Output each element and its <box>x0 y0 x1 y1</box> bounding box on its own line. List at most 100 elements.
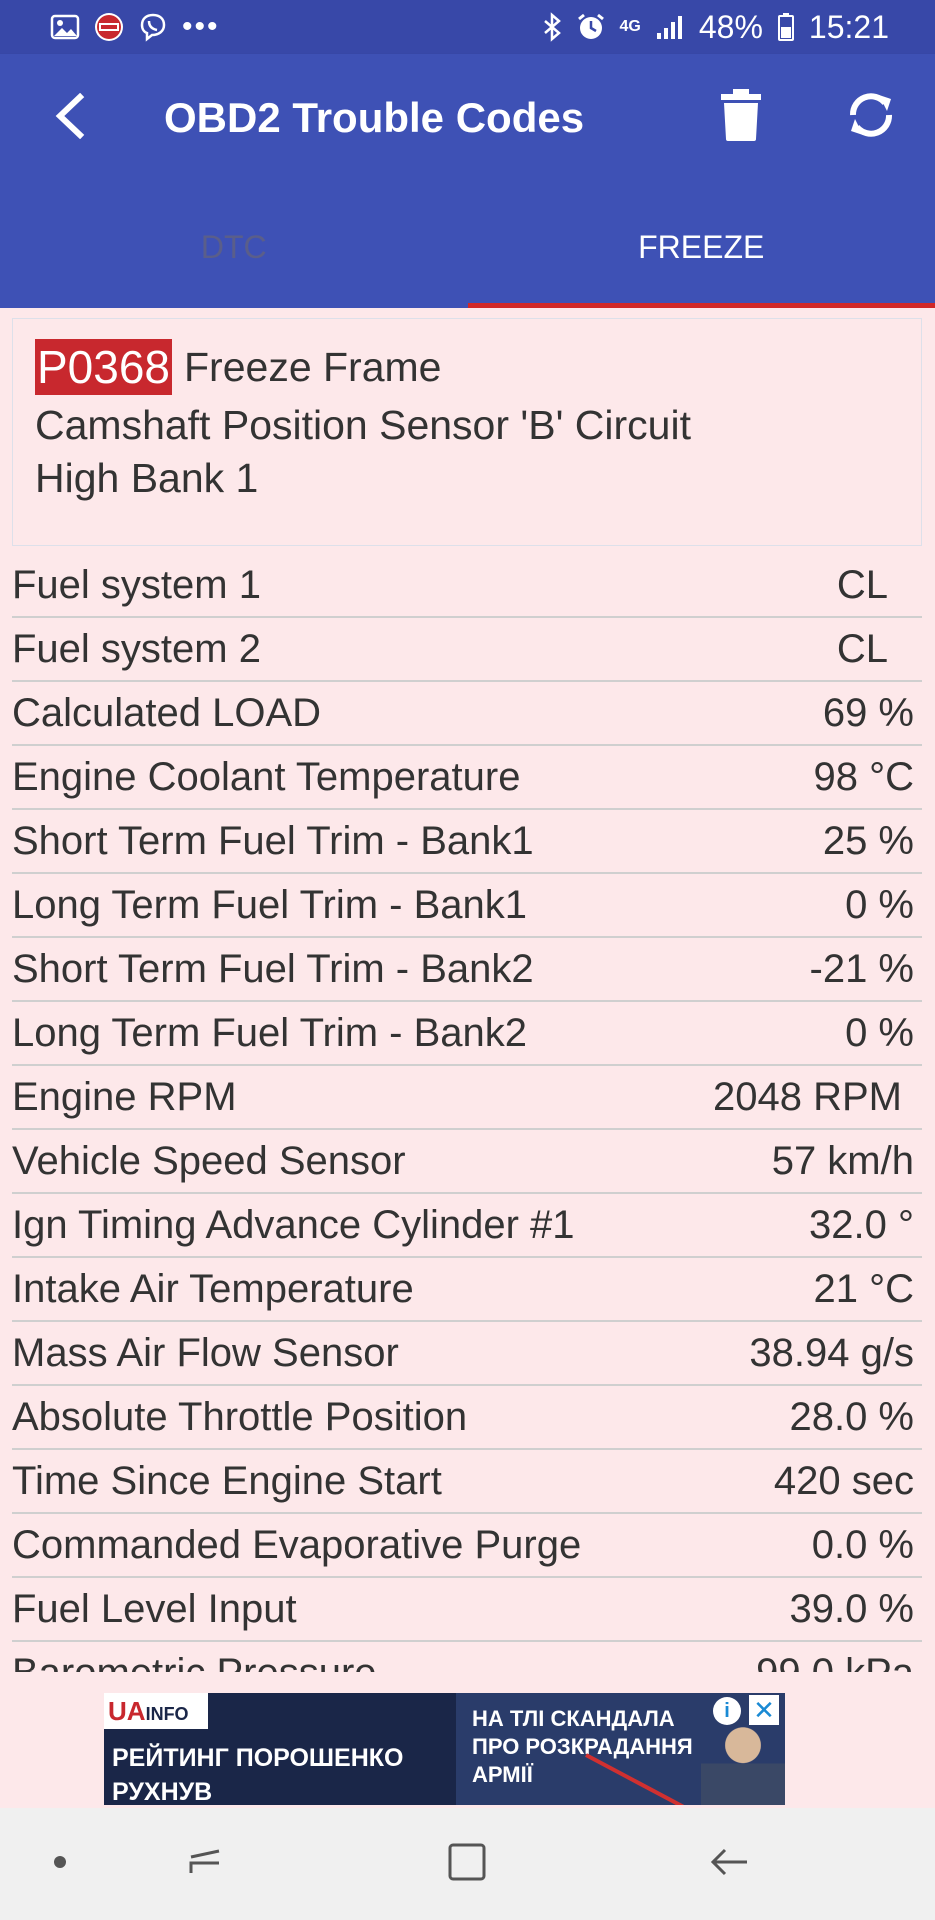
status-bar-right: 4G 48% 15:21 <box>542 9 889 46</box>
row-label: Fuel Level Input <box>12 1586 297 1631</box>
list-item: Absolute Throttle Position 28.0 % <box>12 1386 922 1450</box>
home-icon <box>447 1842 487 1887</box>
tab-freeze[interactable]: FREEZE <box>467 182 935 308</box>
nav-back-button[interactable] <box>694 1808 764 1920</box>
freeze-frame-list[interactable]: Fuel system 1 CL Fuel system 2 CL Calculat… <box>12 554 922 1672</box>
row-value: 25 % <box>822 818 914 863</box>
trash-icon <box>719 88 763 147</box>
list-item: Commanded Evaporative Purge 0.0 % <box>12 1514 922 1578</box>
back-button[interactable] <box>40 88 100 148</box>
ad-logo-ua: UA <box>108 1696 146 1726</box>
dtc-title-suffix: Freeze Frame <box>184 344 442 390</box>
list-item: Mass Air Flow Sensor 38.94 g/s <box>12 1322 922 1386</box>
alarm-icon <box>576 12 606 42</box>
ad-logo-info: INFO <box>145 1704 189 1724</box>
clock: 15:21 <box>808 8 889 45</box>
signal-bars-icon <box>655 13 685 41</box>
row-value: 2048 RPM <box>713 1074 902 1119</box>
refresh-button[interactable] <box>838 84 904 150</box>
ad-logo: UAINFO <box>104 1693 208 1729</box>
row-label: Short Term Fuel Trim - Bank1 <box>12 818 534 863</box>
dtc-code-badge: P0368 <box>35 339 173 395</box>
row-value: 0.0 % <box>811 1522 914 1567</box>
dtc-title-line: P0368 Freeze Frame <box>35 339 899 395</box>
row-value: 32.0 ° <box>809 1202 914 1247</box>
row-label: Barometric Pressure <box>12 1651 377 1673</box>
row-value: 0 % <box>845 882 914 927</box>
dot-icon <box>53 1855 67 1874</box>
row-value: 57 km/h <box>771 1138 914 1183</box>
recent-apps-icon <box>185 1845 225 1884</box>
dtc-header-card: P0368 Freeze Frame Camshaft Position Sen… <box>12 318 922 546</box>
battery-icon <box>777 12 795 42</box>
row-value: 28.0 % <box>789 1394 914 1439</box>
list-item: Long Term Fuel Trim - Bank1 0 % <box>12 874 922 938</box>
list-item: Engine RPM 2048 RPM <box>12 1066 922 1130</box>
app-title: OBD2 Trouble Codes <box>164 94 585 141</box>
row-label: Mass Air Flow Sensor <box>12 1330 399 1375</box>
tab-bar: DTC FREEZE <box>0 182 935 308</box>
image-icon <box>50 13 80 41</box>
back-arrow-icon <box>709 1845 749 1884</box>
row-label: Vehicle Speed Sensor <box>12 1138 406 1183</box>
list-item: Vehicle Speed Sensor 57 km/h <box>12 1130 922 1194</box>
viber-icon <box>138 12 168 42</box>
row-label: Calculated LOAD <box>12 690 322 735</box>
list-item: Fuel system 1 CL <box>12 554 922 618</box>
status-bar-left: ••• <box>50 10 220 44</box>
close-icon[interactable]: ✕ <box>749 1695 779 1725</box>
recent-apps-button[interactable] <box>170 1808 240 1920</box>
refresh-icon <box>843 87 899 148</box>
nav-dot-button[interactable] <box>30 1808 90 1920</box>
row-value: 21 °C <box>813 1266 915 1311</box>
row-value: 38.94 g/s <box>749 1330 914 1375</box>
row-label: Long Term Fuel Trim - Bank1 <box>12 882 528 927</box>
row-value: 69 % <box>822 690 914 735</box>
row-label: Long Term Fuel Trim - Bank2 <box>12 1010 528 1055</box>
chevron-left-icon <box>52 92 88 144</box>
status-bar: ••• 4G 48% 15:21 <box>0 0 935 54</box>
ad-banner[interactable]: UAINFO РЕЙТИНГ ПОРОШЕНКО РУХНУВ НА ТЛІ С… <box>104 1693 785 1805</box>
row-value: CL <box>836 562 888 607</box>
ad-photo <box>701 1713 785 1805</box>
delete-button[interactable] <box>708 84 774 150</box>
row-value: 420 sec <box>773 1458 914 1503</box>
dtc-description-line2: High Bank 1 <box>35 455 259 501</box>
row-label: Time Since Engine Start <box>12 1458 442 1503</box>
signal-4g-icon: 4G <box>619 18 641 35</box>
row-label: Engine Coolant Temperature <box>12 754 521 799</box>
list-item: Time Since Engine Start 420 sec <box>12 1450 922 1514</box>
row-label: Fuel system 2 <box>12 626 261 671</box>
ad-headline-left: РЕЙТИНГ ПОРОШЕНКО РУХНУВ <box>112 1744 404 1805</box>
row-label: Fuel system 1 <box>12 562 261 607</box>
row-value: -21 % <box>809 946 915 991</box>
bluetooth-icon <box>542 12 562 42</box>
row-value: 98 °C <box>813 754 915 799</box>
row-label: Ign Timing Advance Cylinder #1 <box>12 1202 575 1247</box>
list-item: Fuel Level Input 39.0 % <box>12 1578 922 1642</box>
row-value: CL <box>836 626 888 671</box>
list-item: Barometric Pressure 99.0 kPa <box>12 1642 922 1673</box>
row-label: Short Term Fuel Trim - Bank2 <box>12 946 534 991</box>
app-bar: OBD2 Trouble Codes <box>0 54 935 182</box>
row-label: Engine RPM <box>12 1074 237 1119</box>
home-button[interactable] <box>432 1808 502 1920</box>
navigation-bar <box>0 1808 935 1920</box>
ad-headline-right: НА ТЛІ СКАНДАЛА ПРО РОЗКРАДАННЯ АРМІЇ <box>472 1706 693 1787</box>
vin-app-icon <box>94 12 124 42</box>
list-item: Fuel system 2 CL <box>12 618 922 682</box>
list-item: Short Term Fuel Trim - Bank1 25 % <box>12 810 922 874</box>
list-item: Calculated LOAD 69 % <box>12 682 922 746</box>
list-item: Intake Air Temperature 21 °C <box>12 1258 922 1322</box>
dtc-description-line1: Camshaft Position Sensor 'B' Circuit <box>35 402 691 448</box>
tab-dtc[interactable]: DTC <box>0 182 468 308</box>
list-item: Long Term Fuel Trim - Bank2 0 % <box>12 1002 922 1066</box>
list-item: Short Term Fuel Trim - Bank2 -21 % <box>12 938 922 1002</box>
dtc-description: Camshaft Position Sensor 'B' Circuit Hig… <box>35 399 899 505</box>
more-notifications: ••• <box>182 10 220 43</box>
row-label: Commanded Evaporative Purge <box>12 1522 582 1567</box>
ad-info-icon[interactable]: i <box>713 1697 741 1725</box>
row-label: Intake Air Temperature <box>12 1266 414 1311</box>
row-value: 39.0 % <box>789 1586 914 1631</box>
row-value: 99.0 kPa <box>756 1651 922 1673</box>
